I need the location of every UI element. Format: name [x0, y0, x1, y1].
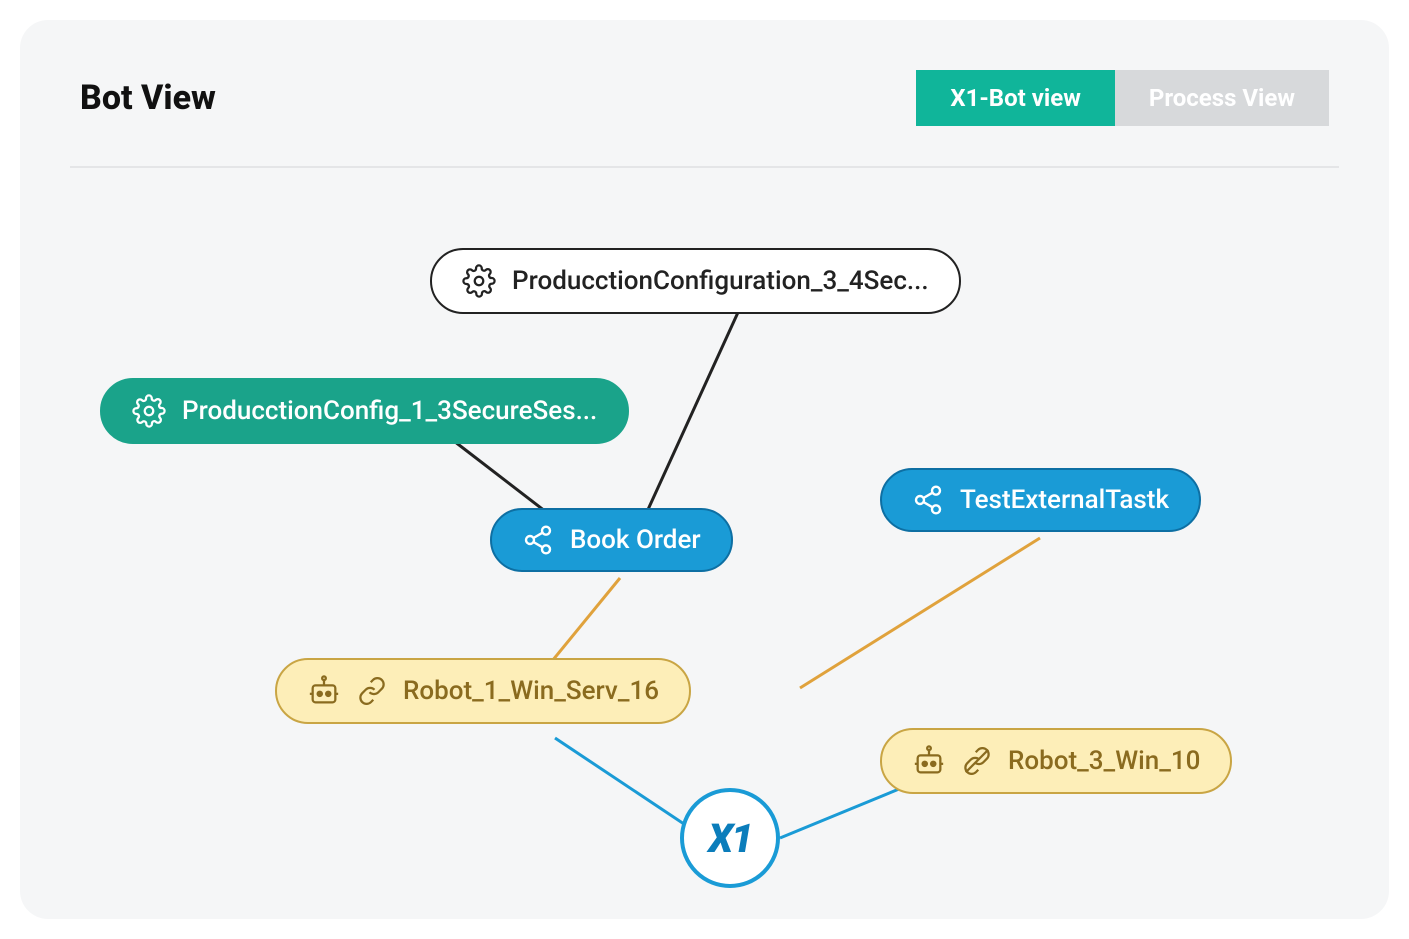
x1-logo: X1	[708, 815, 751, 862]
header: Bot View X1-Bot view Process View	[80, 70, 1329, 166]
unlink-icon	[962, 746, 992, 776]
node-label: ProducctionConfiguration_3_4Sec...	[512, 266, 929, 296]
gear-icon	[462, 264, 496, 298]
node-robot-1[interactable]: Robot_1_Win_Serv_16	[275, 658, 691, 724]
node-label: Robot_3_Win_10	[1008, 746, 1200, 776]
node-config-3-4[interactable]: ProducctionConfiguration_3_4Sec...	[430, 248, 961, 314]
node-label: ProducctionConfig_1_3SecureSes...	[182, 396, 597, 426]
view-tabs: X1-Bot view Process View	[916, 70, 1329, 126]
share-icon	[912, 484, 944, 516]
robot-icon	[307, 674, 341, 708]
link-icon	[357, 676, 387, 706]
tab-process-view[interactable]: Process View	[1115, 70, 1329, 126]
x1-hub[interactable]: X1	[680, 788, 780, 888]
node-book-order[interactable]: Book Order	[490, 508, 733, 572]
node-config-1-3[interactable]: ProducctionConfig_1_3SecureSes...	[100, 378, 629, 444]
node-label: TestExternalTastk	[960, 485, 1169, 515]
bot-view-panel: Bot View X1-Bot view Process View	[20, 20, 1389, 919]
diagram-canvas: ProducctionConfiguration_3_4Sec... Produ…	[80, 168, 1329, 888]
node-robot-3[interactable]: Robot_3_Win_10	[880, 728, 1232, 794]
node-label: Robot_1_Win_Serv_16	[403, 676, 659, 706]
node-external-task[interactable]: TestExternalTastk	[880, 468, 1201, 532]
tab-bot-view[interactable]: X1-Bot view	[916, 70, 1115, 126]
gear-icon	[132, 394, 166, 428]
share-icon	[522, 524, 554, 556]
node-label: Book Order	[570, 525, 701, 555]
page-title: Bot View	[80, 78, 216, 118]
robot-icon	[912, 744, 946, 778]
